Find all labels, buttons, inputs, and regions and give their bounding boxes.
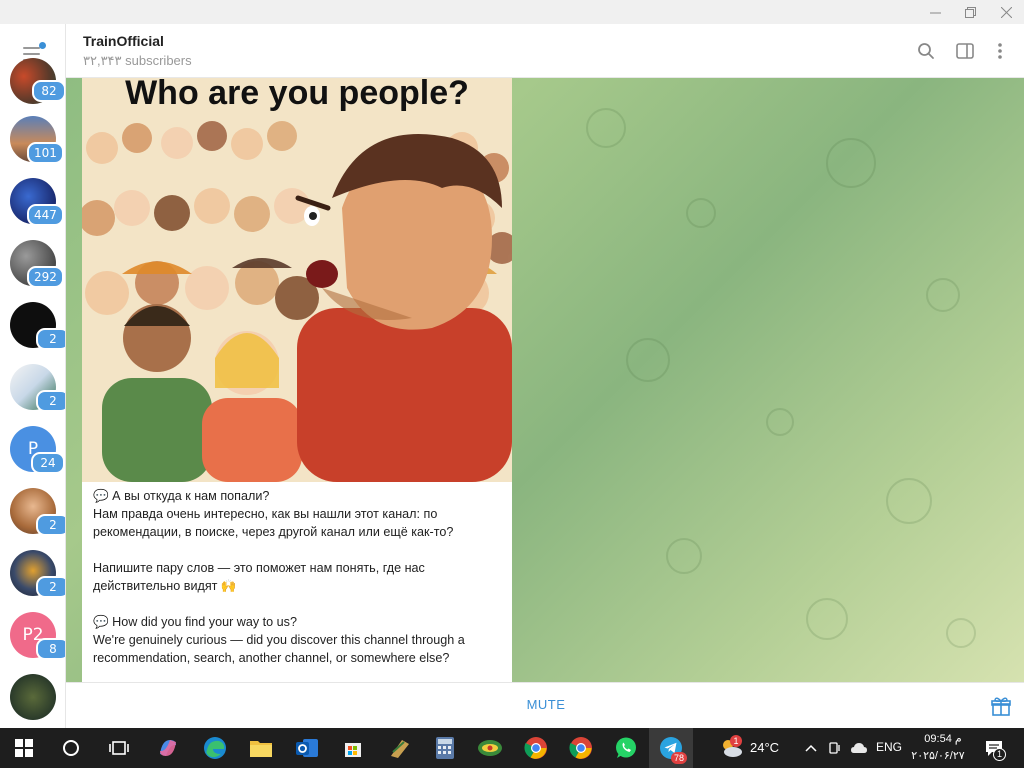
task-view-icon[interactable] <box>105 734 133 762</box>
clock-date[interactable]: ۲۰۲۵/۰۶/۲۷ <box>906 749 970 762</box>
unread-badge: 8 <box>36 638 65 660</box>
unread-badge: 24 <box>31 452 65 474</box>
unread-badge: 447 <box>27 204 64 226</box>
start-icon[interactable] <box>10 734 38 762</box>
message-image[interactable]: Who are you people? <box>82 78 512 482</box>
telegram-unread-badge: 78 <box>671 752 688 764</box>
unread-badge: 2 <box>36 390 65 412</box>
chevron-up-icon[interactable] <box>800 734 822 762</box>
weather-alert-badge: 1 <box>730 735 742 747</box>
close-icon[interactable] <box>988 0 1024 24</box>
search-icon[interactable] <box>914 39 938 63</box>
message-text: 💬 А вы откуда к нам попали? Нам правда о… <box>93 489 465 665</box>
channel-message[interactable]: Who are you people? 💬 А вы откуда к нам … <box>82 78 512 682</box>
gift-icon[interactable] <box>990 695 1012 717</box>
unread-badge: 292 <box>27 266 64 288</box>
channel-bottom-bar: MUTE <box>66 682 1024 728</box>
unread-badge: 101 <box>27 142 64 164</box>
windows-taskbar: 78 1 24°C ENG 09:54 م ۲۰۲۵/۰۶/۲۷ 1 <box>0 728 1024 768</box>
subscriber-count: ۳۲,۳۴۳ subscribers <box>83 53 192 68</box>
unread-badge: 2 <box>36 328 65 350</box>
edge-icon[interactable] <box>201 734 229 762</box>
chat-avatar-11[interactable] <box>10 674 56 720</box>
unread-badge: 2 <box>36 576 65 598</box>
image-caption: Who are you people? <box>125 78 469 112</box>
calculator-icon[interactable] <box>431 734 459 762</box>
device-icon[interactable] <box>824 734 846 762</box>
app-icon[interactable] <box>386 734 414 762</box>
copilot-icon[interactable] <box>154 734 182 762</box>
chrome-icon-2[interactable] <box>567 734 595 762</box>
search-icon[interactable] <box>57 734 85 762</box>
chat-list-sidebar: 82 101 447 292 2 2 P 24 2 2 P2 8 <box>0 24 66 728</box>
chrome-icon[interactable] <box>522 734 550 762</box>
window-title-bar <box>0 0 1024 24</box>
outlook-icon[interactable] <box>293 734 321 762</box>
more-vertical-icon[interactable] <box>988 39 1012 63</box>
onedrive-icon[interactable] <box>848 734 870 762</box>
channel-title[interactable]: TrainOfficial <box>83 33 164 49</box>
file-explorer-icon[interactable] <box>247 734 275 762</box>
unread-badge: 2 <box>36 514 65 536</box>
mute-button[interactable]: MUTE <box>506 697 586 712</box>
notifications-badge: 1 <box>993 748 1006 761</box>
app-icon-2[interactable] <box>476 734 504 762</box>
language-indicator[interactable]: ENG <box>876 740 902 754</box>
chat-header[interactable]: TrainOfficial ۳۲,۳۴۳ subscribers <box>66 24 1024 78</box>
whatsapp-icon[interactable] <box>612 734 640 762</box>
sidebar-toggle-icon[interactable] <box>953 39 977 63</box>
store-icon[interactable] <box>339 734 367 762</box>
menu-notification-dot <box>39 42 46 49</box>
minimize-icon[interactable] <box>917 0 953 24</box>
unread-badge: 82 <box>32 80 65 102</box>
clock-time[interactable]: 09:54 م <box>918 732 968 745</box>
restore-icon[interactable] <box>952 0 988 24</box>
weather-temperature[interactable]: 24°C <box>750 740 779 755</box>
